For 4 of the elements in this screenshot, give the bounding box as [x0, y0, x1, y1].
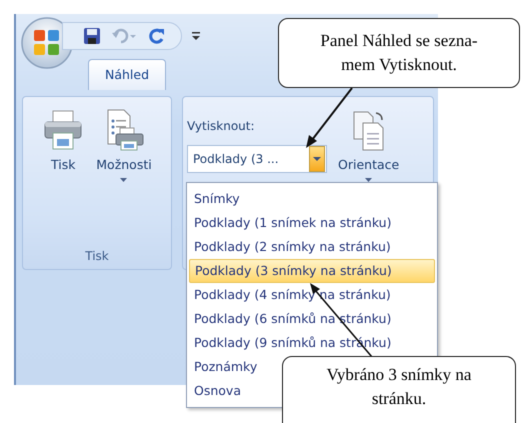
callout-tooltip: Panel Náhled se sezna- mem Vytisknout.: [278, 18, 520, 88]
callout-tooltip: Vybráno 3 snímky na stránku.: [282, 356, 516, 423]
group-label: Tisk: [85, 248, 109, 265]
combo-label: Vytisknout:: [187, 119, 256, 133]
